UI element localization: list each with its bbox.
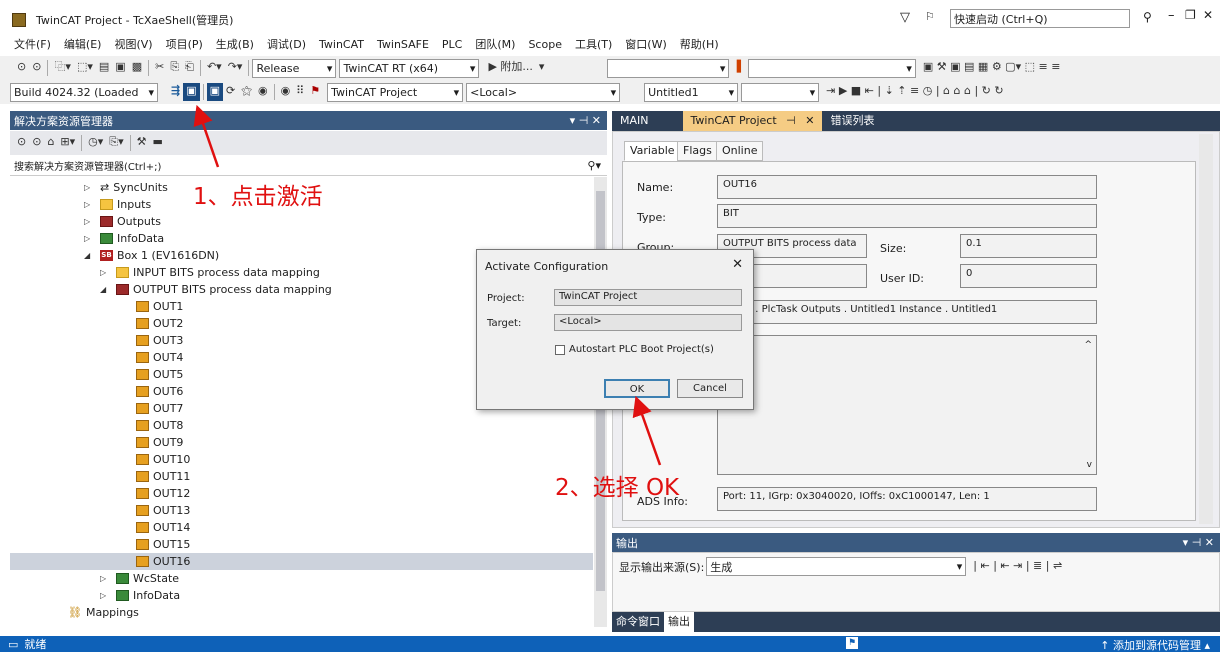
arrow-to-activate [193,104,220,168]
annotation-step1: 1、点击激活 [193,184,323,210]
arrow-to-ok [632,395,662,466]
annotation-step2: 2、选择 OK [555,475,680,501]
annotation-arrows [193,104,662,466]
